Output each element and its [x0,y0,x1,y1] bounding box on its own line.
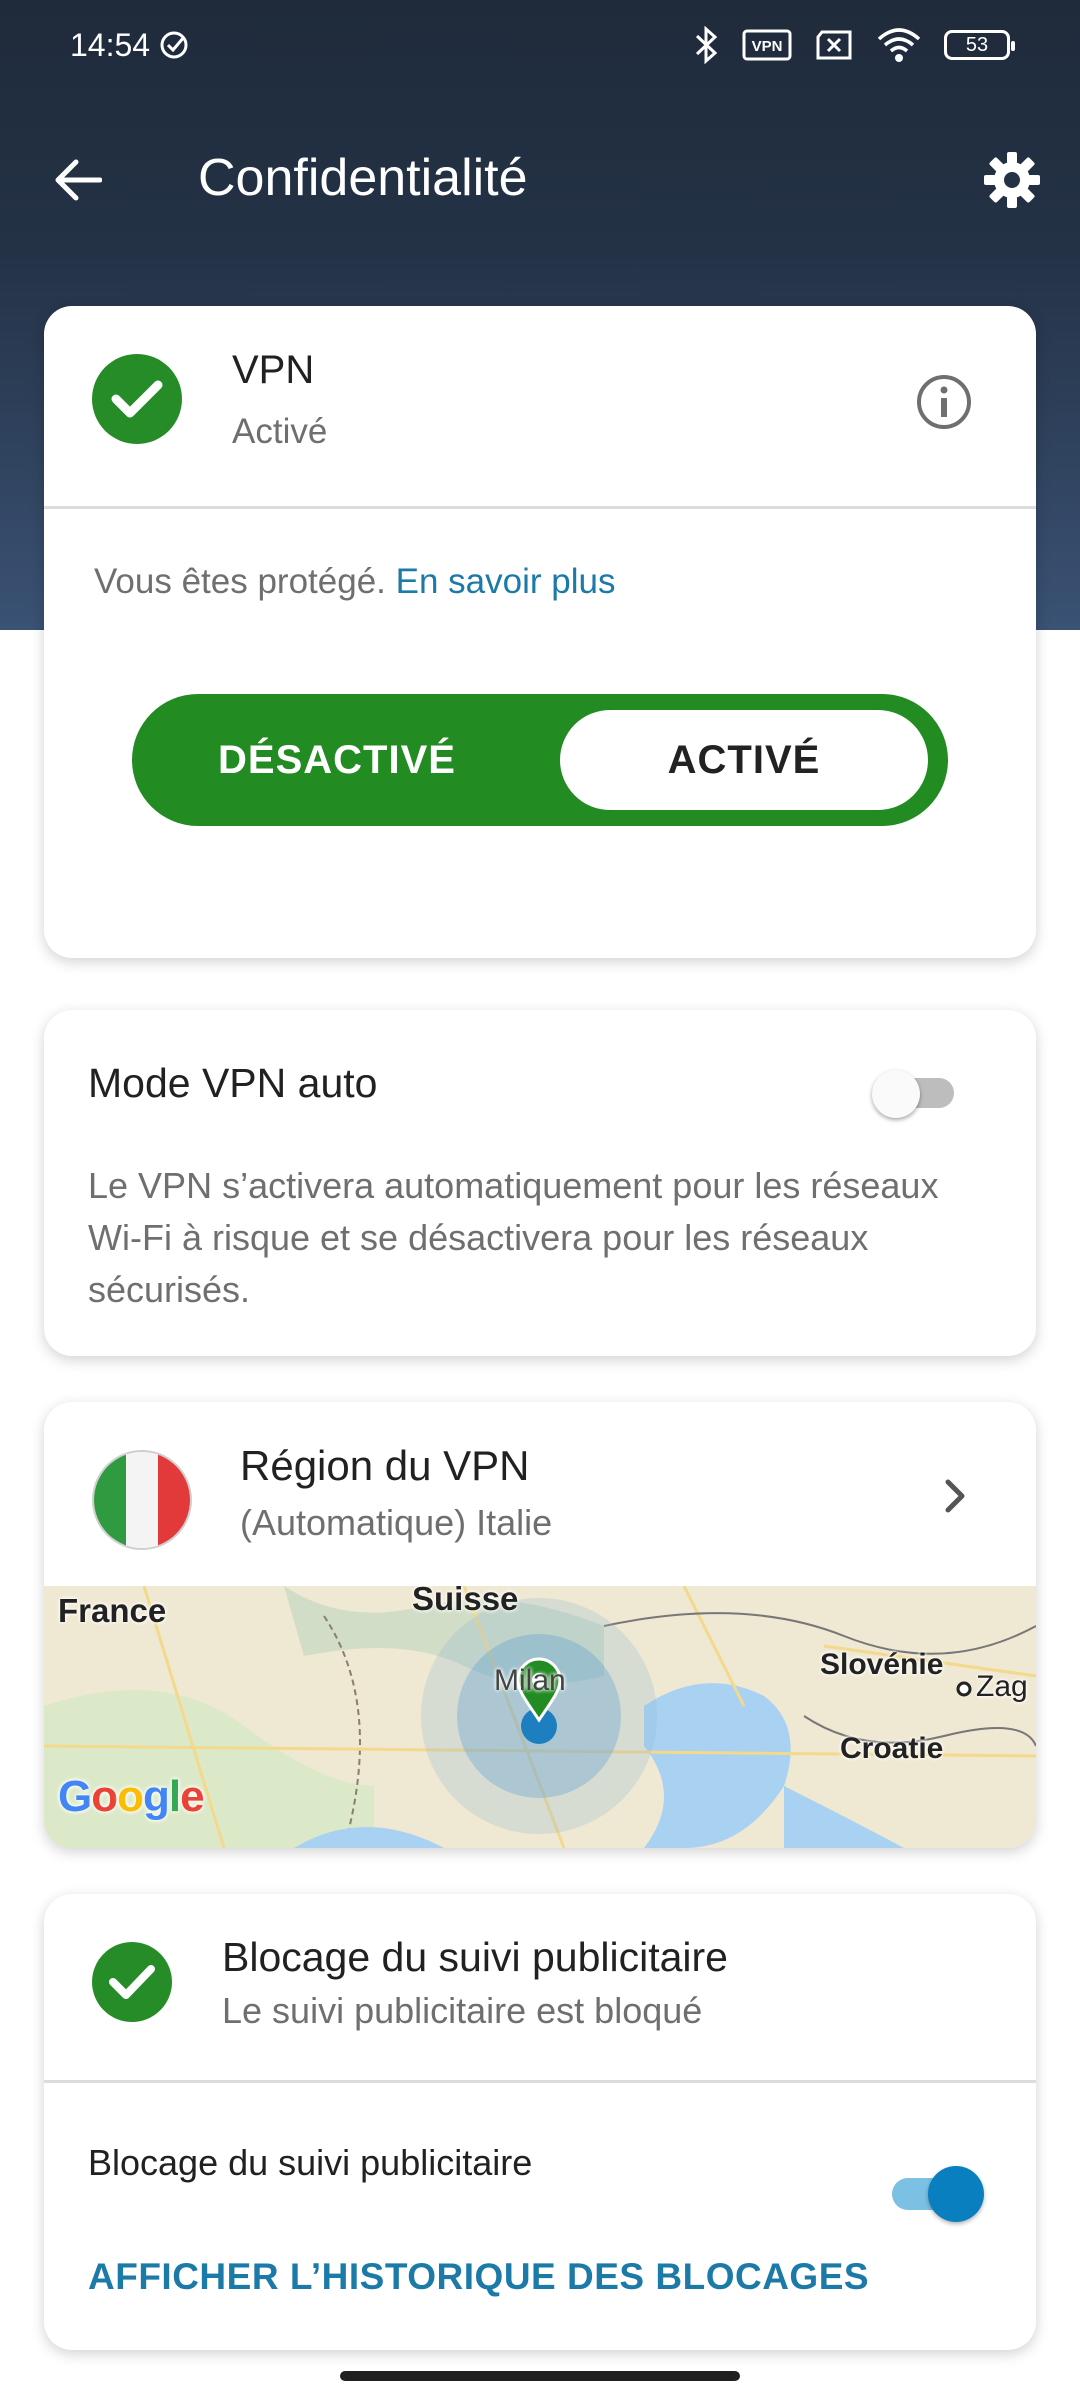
vpn-toggle[interactable]: DÉSACTIVÉ ACTIVÉ [132,694,948,826]
protected-text-row: Vous êtes protégé. En savoir plus [94,562,615,602]
vpn-card: VPN Activé Vous êtes protégé. En savoir … [44,306,1036,958]
region-subtitle: (Automatique) Italie [240,1502,553,1543]
vpn-card-divider [44,506,1036,509]
info-button[interactable] [914,372,974,432]
no-sim-icon [814,29,854,61]
vpn-badge-text: VPN [752,38,783,55]
vpn-card-header: VPN Activé [44,306,1036,506]
chevron-right-icon [936,1466,976,1526]
vpn-title: VPN [232,348,315,392]
ad-tracking-header: Blocage du suivi publicitaire Le suivi p… [44,1894,1036,2080]
block-history-link[interactable]: AFFICHER L’HISTORIQUE DES BLOCAGES [88,2256,869,2298]
map-label-slovenie: Slovénie [820,1648,944,1681]
ad-tracking-title: Blocage du suivi publicitaire [222,1934,728,1980]
map-label-croatie: Croatie [840,1732,944,1765]
ad-tracking-subtitle: Le suivi publicitaire est bloqué [222,1990,703,2031]
switch-knob [928,2166,984,2222]
vpn-key-icon: VPN [742,29,792,61]
auto-vpn-switch[interactable] [872,1070,960,1118]
home-indicator[interactable] [340,2371,740,2381]
region-map[interactable]: France Suisse Milan Slovénie Zag Croatie… [44,1580,1036,1848]
map-label-milan: Milan [494,1664,566,1697]
map-label-france: France [58,1592,167,1629]
region-title: Région du VPN [240,1442,530,1489]
vpn-toggle-off-option[interactable]: DÉSACTIVÉ [132,694,542,826]
ad-tracking-switch[interactable] [892,2166,984,2222]
map-label-zagreb: Zag [976,1670,1028,1703]
bluetooth-icon [694,26,720,64]
battery-icon: 53 [944,30,1015,60]
page-title: Confidentialité [198,149,528,207]
wifi-icon [876,27,922,63]
ad-tracking-card: Blocage du suivi publicitaire Le suivi p… [44,1894,1036,2350]
vpn-status: Activé [232,412,328,451]
check-circle-icon [158,29,190,61]
gear-icon [984,152,1040,208]
settings-button[interactable] [980,148,1044,212]
ad-tracking-row-label: Blocage du suivi publicitaire [88,2142,533,2183]
protected-text: Vous êtes protégé. [94,562,386,601]
info-icon [917,375,971,429]
auto-vpn-description: Le VPN s’activera automatiquement pour l… [88,1165,939,1310]
auto-vpn-title: Mode VPN auto [88,1060,378,1106]
google-logo: Google [58,1772,205,1821]
ad-tracking-divider [44,2080,1036,2083]
switch-knob [872,1070,920,1118]
map-label-suisse: Suisse [412,1580,519,1617]
back-button[interactable] [48,150,108,210]
italy-flag-icon [92,1450,192,1550]
status-time: 14:54 [70,26,151,63]
battery-level: 53 [965,33,989,56]
vpn-region-card[interactable]: Région du VPN (Automatique) Italie Franc… [44,1402,1036,1848]
status-bar: 14:54 VPN 53 [0,0,1080,90]
auto-vpn-card: Mode VPN auto Le VPN s’activera automati… [44,1010,1036,1356]
app-bar: Confidentialité [0,120,1080,240]
ad-tracking-check-icon [92,1942,172,2022]
arrow-back-icon [55,159,102,201]
vpn-toggle-on-option[interactable]: ACTIVÉ [560,710,928,810]
vpn-status-check-icon [92,354,182,444]
learn-more-link[interactable]: En savoir plus [396,562,616,601]
